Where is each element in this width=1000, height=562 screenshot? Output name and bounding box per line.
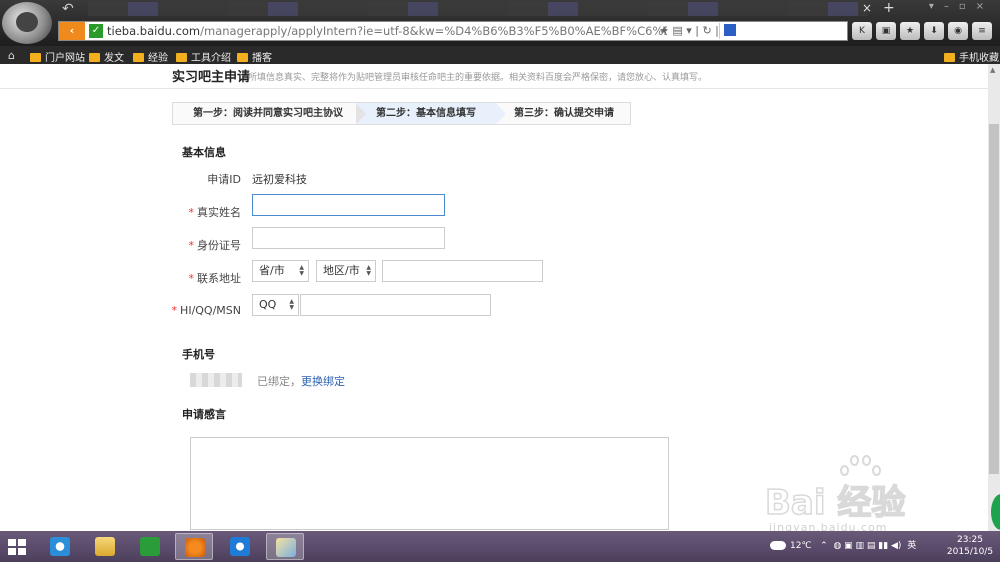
phone-bound-status: 已绑定，更换绑定 [257, 375, 345, 388]
step-indicator: 第一步：阅读并同意实习吧主协议 第二步：基本信息填写 第三步：确认提交申请 [172, 102, 631, 125]
scroll-thumb[interactable] [989, 124, 999, 474]
store-icon[interactable] [131, 533, 169, 560]
statement-title: 申请感言 [182, 408, 226, 421]
select-arrows-icon: ▲ ▼ [366, 264, 371, 277]
browser-logo-icon[interactable] [2, 2, 52, 44]
page-title: 实习吧主申请 [172, 70, 251, 85]
bookmark-item[interactable]: 门户网站 [30, 49, 85, 64]
tray-chevron-icon[interactable]: ⌃ [820, 541, 828, 551]
ime-indicator[interactable]: 英 [907, 541, 916, 551]
id-number-input[interactable] [252, 227, 445, 249]
browser-titlebar: ↶ × + ▾–▫× ‹ ✓ tieba.baidu.com/managerap… [0, 0, 1000, 46]
folder-icon [176, 53, 187, 62]
im-label: * HI/QQ/MSN [171, 304, 241, 317]
url-text[interactable]: tieba.baidu.com/managerapply/applyIntern… [107, 24, 667, 38]
step-2-active: 第二步：基本信息填写 [356, 103, 496, 124]
id-number-label: * 身份证号 [188, 239, 242, 252]
step-1: 第一步：阅读并同意实习吧主协议 [193, 108, 343, 119]
apply-id-value: 远初爱科技 [252, 173, 307, 186]
new-tab-icon[interactable]: + [883, 0, 895, 16]
star-icon[interactable]: ★ [900, 22, 920, 40]
lock-icon[interactable]: ▣ [876, 22, 896, 40]
scroll-up-icon[interactable]: ▲ [990, 66, 995, 74]
page-hint: 所填信息真实、完整将作为贴吧管理员审核任命吧主的重要依据。相关资料百度会严格保密… [248, 73, 708, 83]
address-bar[interactable]: ‹ ✓ tieba.baidu.com/managerapply/applyIn… [58, 21, 848, 41]
weather-icon[interactable] [770, 541, 786, 550]
address-detail-input[interactable] [382, 260, 543, 282]
explorer-icon[interactable] [86, 533, 124, 560]
secure-check-icon: ✓ [89, 24, 103, 38]
district-select[interactable]: 地区/市 ▲ ▼ [316, 260, 376, 282]
k-icon[interactable]: K [852, 22, 872, 40]
taskbar: 12℃ ⌃ ◍ ▣ ▥ ▤ ▮▮ ◀) 英 23:25 2015/10/5 [0, 531, 1000, 562]
undo-icon[interactable]: ↶ [62, 1, 74, 17]
windows-start-icon[interactable] [8, 539, 26, 555]
tray-app-icons[interactable]: ◍ ▣ ▥ ▤ ▮▮ ◀) [833, 541, 901, 551]
home-icon[interactable]: ⌂ [8, 49, 15, 62]
bookmark-item[interactable]: 发文 [89, 49, 124, 64]
folder-icon [89, 53, 100, 62]
phone-title: 手机号 [182, 348, 215, 361]
watermark-text: Bai 经验 [764, 482, 906, 524]
page-scrollbar[interactable]: ▲ [988, 64, 1000, 531]
tab-close-icon[interactable]: × [862, 1, 872, 15]
province-select[interactable]: 省/市 ▲ ▼ [252, 260, 309, 282]
toolbar-buttons: K ▣ ★ ⬇ ◉ ≡ [852, 22, 996, 40]
im-account-input[interactable] [300, 294, 491, 316]
select-arrows-icon: ▲ ▼ [289, 298, 294, 311]
real-name-label: * 真实姓名 [188, 206, 242, 219]
gamepad-icon[interactable]: ◉ [948, 22, 968, 40]
step-3: 第三步：确认提交申请 [514, 108, 614, 119]
back-button[interactable]: ‹ [59, 22, 85, 40]
address-tools[interactable]: ★ ▤ ▾ | ↻ | [659, 24, 719, 37]
address-label: * 联系地址 [188, 272, 242, 285]
im-type-select[interactable]: QQ ▲ ▼ [252, 294, 299, 316]
system-clock[interactable]: 23:25 2015/10/5 [942, 534, 998, 558]
menu-icon[interactable]: ≡ [972, 22, 992, 40]
real-name-input[interactable] [252, 194, 445, 216]
step-arrow [496, 103, 506, 124]
search-input[interactable] [719, 23, 845, 39]
window-controls[interactable]: ▾–▫× [929, 1, 994, 12]
baidu-jingyan-watermark: Bai 经验 jingyan.baidu.com [764, 455, 955, 535]
bookmark-item[interactable]: 播客 [237, 49, 272, 64]
bookmarks-bar: ⌂ 门户网站 发文 经验 工具介绍 播客 手机收藏 [0, 46, 1000, 64]
basic-info-title: 基本信息 [182, 146, 226, 159]
phone-number-masked [190, 373, 242, 387]
browser-taskbar-icon[interactable] [175, 533, 213, 560]
edge-icon[interactable] [221, 533, 259, 560]
paint-icon[interactable] [266, 533, 304, 560]
search-engine-icon[interactable] [724, 24, 736, 36]
apply-id-label: 申请ID [207, 173, 241, 186]
folder-icon [944, 53, 955, 62]
download-icon[interactable]: ⬇ [924, 22, 944, 40]
folder-icon [237, 53, 248, 62]
bookmark-mobile[interactable]: 手机收藏 [944, 49, 999, 64]
system-tray: 12℃ ⌃ ◍ ▣ ▥ ▤ ▮▮ ◀) 英 [770, 538, 916, 551]
divider [0, 88, 988, 89]
ie-icon[interactable] [41, 533, 79, 560]
change-binding-link[interactable]: 更换绑定 [301, 375, 345, 388]
bookmark-item[interactable]: 工具介绍 [176, 49, 231, 64]
folder-icon [30, 53, 41, 62]
folder-icon [133, 53, 144, 62]
step-arrow [356, 103, 366, 124]
tab-strip[interactable] [88, 2, 868, 16]
bookmark-item[interactable]: 经验 [133, 49, 168, 64]
statement-textarea[interactable] [190, 437, 669, 530]
select-arrows-icon: ▲ ▼ [299, 264, 304, 277]
